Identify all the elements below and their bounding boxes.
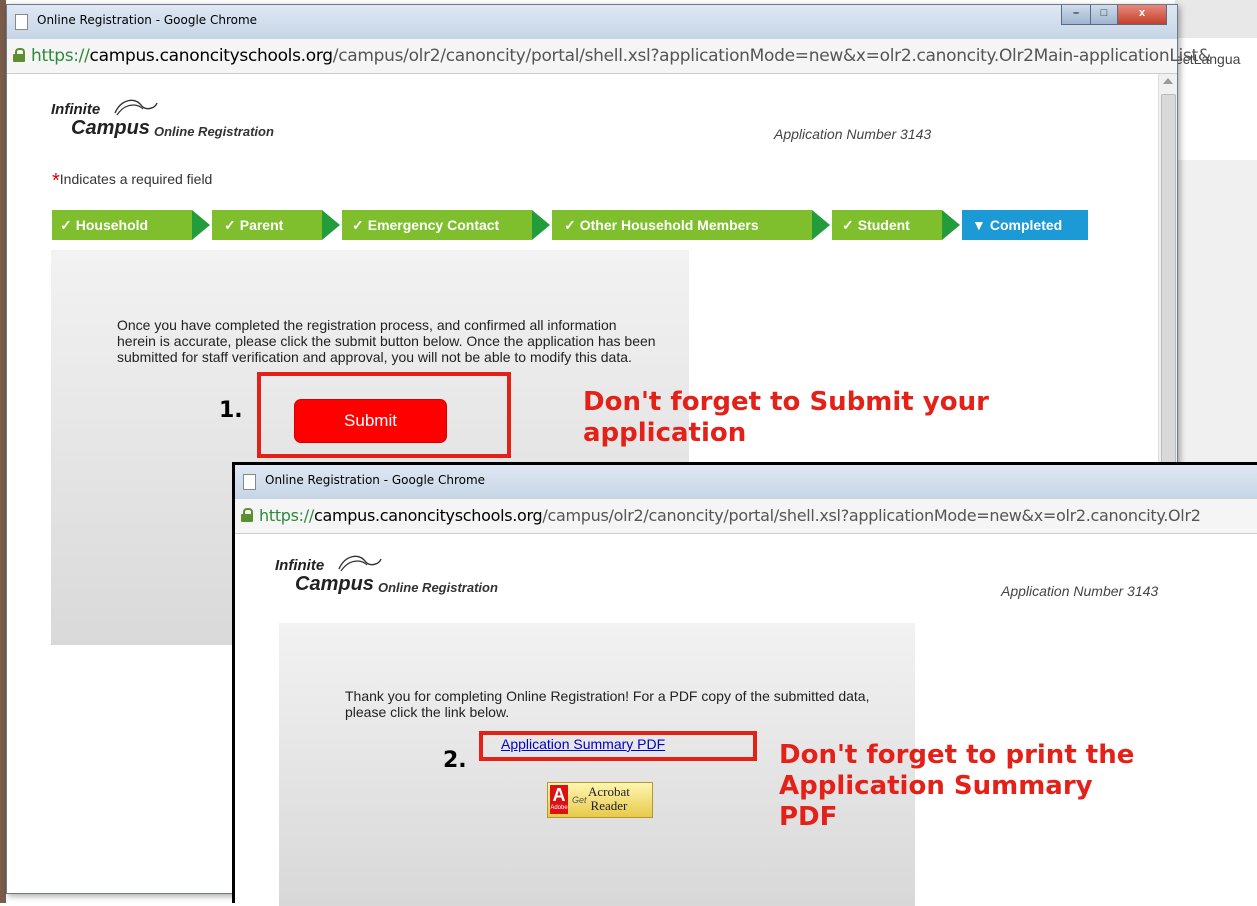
step-emergency-contact[interactable]: ✓ Emergency Contact [342,210,550,240]
logo-swirl-icon [338,555,382,572]
step-label: Completed [989,217,1063,233]
step-label: Parent [239,217,284,233]
url-host: campus.canoncityschools.org [89,46,334,66]
callout-line: Don't forget to print the [779,740,1135,770]
checkmark-icon: ✓ [842,217,854,233]
minimize-button[interactable]: – [1061,5,1091,25]
reader-line: Reader [590,798,628,813]
window-titlebar: Online Registration - Google Chrome [235,465,1257,499]
step-label: Household [75,217,149,233]
callout-line: Don't forget to Submit your [583,387,989,417]
logo-product-name: Online Registration [154,124,274,139]
url-host: campus.canoncityschools.org [313,506,543,525]
address-bar[interactable]: https://campus.canoncityschools.org/camp… [235,499,1257,534]
checkmark-icon: ✓ [60,217,72,233]
checkmark-icon: ✓ [564,217,576,233]
pdf-link-highlight-box [479,731,757,761]
get-text: Get [572,795,587,805]
submit-highlight-box [257,372,511,458]
print-pdf-callout: Don't forget to print the Application Sum… [779,740,1134,833]
logo-campus-text: Campus [71,117,150,139]
submit-instructions: Once you have completed the registration… [117,317,656,365]
logo-infinite-text: Infinite [275,557,325,574]
required-star-icon: * [52,170,60,192]
confirmation-message: Thank you for completing Online Registra… [345,688,870,720]
maximize-button[interactable]: □ [1090,5,1118,25]
step-student[interactable]: ✓ Student [832,210,960,240]
adobe-logo-icon: A Adobe [550,785,568,814]
callout-line: PDF [779,802,838,832]
step-label: Other Household Members [579,217,759,233]
checkmark-icon: ✓ [224,217,236,233]
application-number: Application Number 3143 [774,126,932,142]
acrobat-reader-text: Acrobat Reader [588,785,630,813]
acrobat-line: Acrobat [588,784,630,799]
step-arrow-icon [192,210,210,240]
progress-steps: ✓ Household ✓ Parent ✓ Emergency Contact ✓ O… [52,210,1088,240]
step-arrow-icon [322,210,340,240]
step-label: Student [857,217,910,233]
url-path: /campus/olr2/canoncity/portal/shell.xsl?… [332,46,1211,66]
page-icon [243,474,256,490]
submit-callout: Don't forget to Submit your application [583,387,989,449]
step-arrow-icon [942,210,960,240]
lock-icon [13,48,25,62]
window-title: Online Registration - Google Chrome [37,13,258,27]
browser-window-confirmation: Online Registration - Google Chrome http… [232,462,1257,906]
logo-product-name: Online Registration [378,580,498,595]
required-field-note: *Indicates a required field [52,170,212,193]
step-parent[interactable]: ✓ Parent [212,210,340,240]
close-button[interactable]: x [1117,5,1167,25]
scroll-up-arrow-icon[interactable] [1163,78,1173,84]
window-controls: – □ x [1061,5,1171,25]
logo-campus-text: Campus [295,573,374,595]
url-scheme: https:// [31,46,90,66]
step-household[interactable]: ✓ Household [52,210,210,240]
step-completed[interactable]: ▼ Completed [962,210,1088,240]
step-arrow-icon [812,210,830,240]
window-titlebar: Online Registration - Google Chrome – □ … [7,5,1177,39]
url-path: /campus/olr2/canoncity/portal/shell.xsl?… [542,506,1201,525]
checkmark-icon: ✓ [352,217,364,233]
step-number-1: 1. [219,398,243,423]
required-note-text: Indicates a required field [59,171,213,187]
callout-line: Application Summary [779,771,1093,801]
get-acrobat-reader-badge[interactable]: A Adobe Get Acrobat Reader [547,782,653,818]
url-scheme: https:// [259,506,314,525]
url-text[interactable]: https://campus.canoncityschools.org/camp… [259,506,1201,525]
background-titlebar [1175,0,1257,38]
logo-swirl-icon [114,99,158,116]
application-number: Application Number 3143 [1001,583,1159,599]
triangle-down-icon: ▼ [972,217,986,233]
lock-icon [241,508,253,522]
callout-line: application [583,418,747,448]
step-other-household-members[interactable]: ✓ Other Household Members [552,210,830,240]
step-arrow-icon [532,210,550,240]
step-label: Emergency Contact [367,217,500,233]
step-number-2: 2. [443,748,467,773]
address-bar[interactable]: https://campus.canoncityschools.org/camp… [7,39,1211,74]
window-title: Online Registration - Google Chrome [265,473,486,487]
adobe-text: Adobe [550,805,568,811]
page-icon [15,14,28,30]
logo-infinite-text: Infinite [51,101,101,118]
url-text[interactable]: https://campus.canoncityschools.org/camp… [31,46,1211,66]
